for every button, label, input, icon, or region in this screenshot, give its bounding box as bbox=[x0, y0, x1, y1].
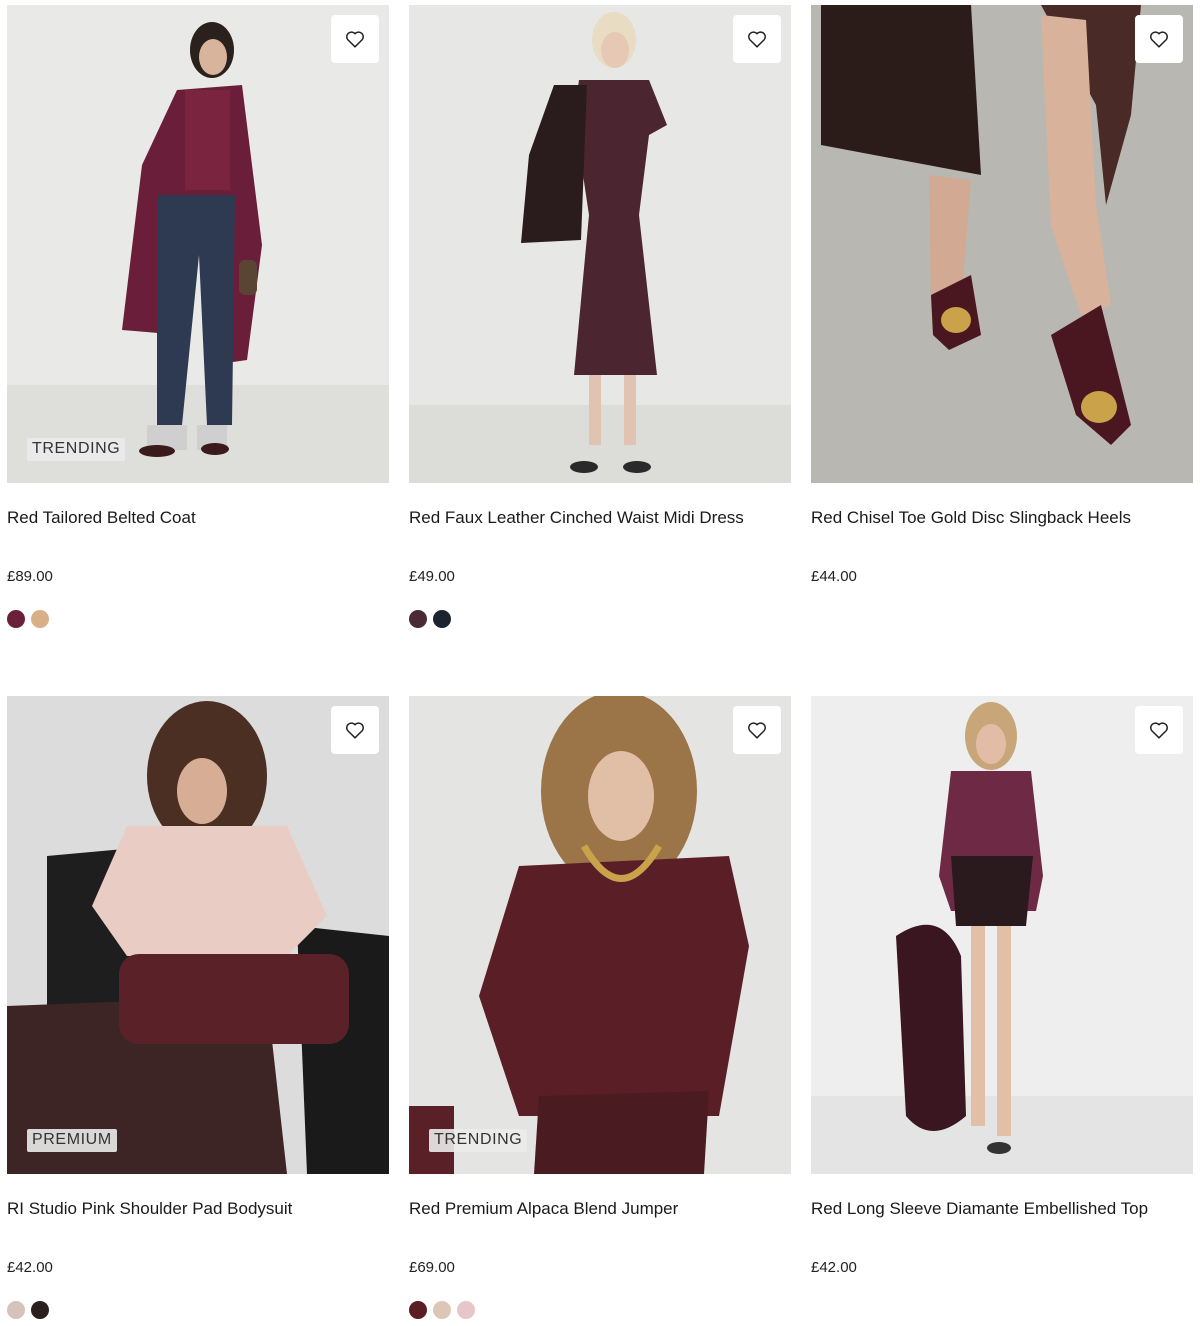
product-name-link[interactable]: Red Chisel Toe Gold Disc Slingback Heels bbox=[811, 507, 1193, 529]
product-image-link[interactable] bbox=[811, 696, 1193, 1174]
product-price: £49.00 bbox=[409, 568, 455, 585]
product-badge: PREMIUM bbox=[27, 1129, 117, 1152]
product-photo-jumper bbox=[409, 696, 791, 1174]
heart-outline-icon bbox=[748, 722, 766, 739]
product-name-link[interactable]: Red Long Sleeve Diamante Embellished Top bbox=[811, 1198, 1193, 1220]
color-swatch[interactable] bbox=[31, 1301, 49, 1319]
product-badge: TRENDING bbox=[27, 438, 126, 461]
product-price: £44.00 bbox=[811, 568, 857, 585]
product-card: Red Long Sleeve Diamante Embellished Top… bbox=[811, 696, 1193, 1326]
heart-outline-icon bbox=[748, 31, 766, 48]
color-swatches bbox=[811, 610, 1193, 628]
color-swatch[interactable] bbox=[433, 1301, 451, 1319]
heart-outline-icon bbox=[346, 31, 364, 48]
color-swatch[interactable] bbox=[7, 610, 25, 628]
product-image-link[interactable]: PREMIUM bbox=[7, 696, 389, 1174]
color-swatch[interactable] bbox=[433, 610, 451, 628]
product-image-link[interactable]: TRENDING bbox=[7, 5, 389, 483]
product-photo-bodysuit bbox=[7, 696, 389, 1174]
product-card: PREMIUM RI Studio Pink Shoulder Pad Body… bbox=[7, 696, 389, 1326]
product-name-link[interactable]: Red Faux Leather Cinched Waist Midi Dres… bbox=[409, 507, 791, 529]
wishlist-button[interactable] bbox=[733, 706, 781, 754]
product-price: £42.00 bbox=[811, 1259, 857, 1276]
wishlist-button[interactable] bbox=[1135, 15, 1183, 63]
product-badge: TRENDING bbox=[429, 1129, 528, 1152]
wishlist-button[interactable] bbox=[1135, 706, 1183, 754]
wishlist-button[interactable] bbox=[733, 15, 781, 63]
color-swatch[interactable] bbox=[409, 1301, 427, 1319]
color-swatches bbox=[409, 610, 791, 628]
product-image-link[interactable] bbox=[409, 5, 791, 483]
product-price: £69.00 bbox=[409, 1259, 455, 1276]
product-card: Red Chisel Toe Gold Disc Slingback Heels… bbox=[811, 5, 1193, 696]
product-name-link[interactable]: RI Studio Pink Shoulder Pad Bodysuit bbox=[7, 1198, 389, 1220]
color-swatch[interactable] bbox=[409, 610, 427, 628]
color-swatch[interactable] bbox=[31, 610, 49, 628]
color-swatch[interactable] bbox=[457, 1301, 475, 1319]
product-photo-top bbox=[811, 696, 1193, 1174]
color-swatches bbox=[7, 1301, 389, 1319]
product-name-link[interactable]: Red Premium Alpaca Blend Jumper bbox=[409, 1198, 791, 1220]
product-image-link[interactable]: TRENDING bbox=[409, 696, 791, 1174]
color-swatches bbox=[811, 1301, 1193, 1319]
product-price: £89.00 bbox=[7, 568, 53, 585]
product-price: £42.00 bbox=[7, 1259, 53, 1276]
color-swatches bbox=[7, 610, 389, 628]
heart-outline-icon bbox=[346, 722, 364, 739]
product-photo-coat bbox=[7, 5, 389, 483]
product-photo-dress bbox=[409, 5, 791, 483]
heart-outline-icon bbox=[1150, 722, 1168, 739]
wishlist-button[interactable] bbox=[331, 706, 379, 754]
product-grid: TRENDING Red Tailored Belted Coat £89.00 bbox=[7, 5, 1193, 1326]
product-image-link[interactable] bbox=[811, 5, 1193, 483]
heart-outline-icon bbox=[1150, 31, 1168, 48]
product-name-link[interactable]: Red Tailored Belted Coat bbox=[7, 507, 389, 529]
color-swatch[interactable] bbox=[7, 1301, 25, 1319]
product-card: Red Faux Leather Cinched Waist Midi Dres… bbox=[409, 5, 791, 696]
product-card: TRENDING Red Premium Alpaca Blend Jumper… bbox=[409, 696, 791, 1326]
product-card: TRENDING Red Tailored Belted Coat £89.00 bbox=[7, 5, 389, 696]
product-photo-heels bbox=[811, 5, 1193, 483]
color-swatches bbox=[409, 1301, 791, 1319]
wishlist-button[interactable] bbox=[331, 15, 379, 63]
